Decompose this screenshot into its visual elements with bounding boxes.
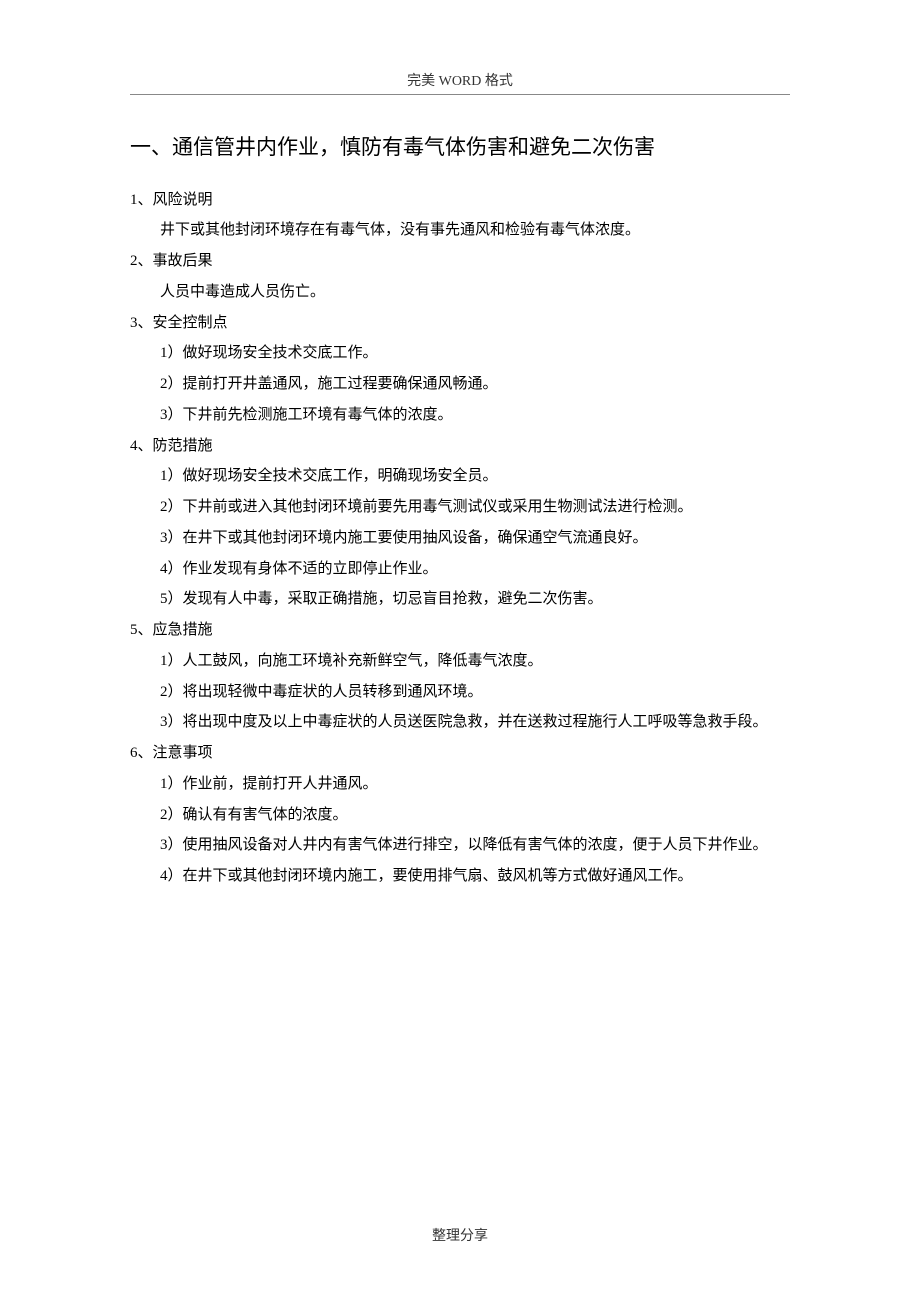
body-paragraph: 井下或其他封闭环境存在有毒气体，没有事先通风和检验有毒气体浓度。 [130,215,790,246]
document-page: 完美 WORD 格式 一、通信管井内作业，慎防有毒气体伤害和避免二次伤害 1、风… [0,0,920,952]
body-paragraph: 2）确认有有害气体的浓度。 [130,800,790,831]
body-paragraph: 3）在井下或其他封闭环境内施工要使用抽风设备，确保通空气流通良好。 [130,523,790,554]
page-header: 完美 WORD 格式 [130,70,790,95]
section-heading: 4、防范措施 [130,431,790,462]
body-paragraph: 4）作业发现有身体不适的立即停止作业。 [130,554,790,585]
section-heading: 2、事故后果 [130,246,790,277]
section-heading: 3、安全控制点 [130,308,790,339]
body-paragraph: 4）在井下或其他封闭环境内施工，要使用排气扇、鼓风机等方式做好通风工作。 [130,861,790,892]
body-paragraph: 人员中毒造成人员伤亡。 [130,277,790,308]
body-paragraph: 2）将出现轻微中毒症状的人员转移到通风环境。 [130,677,790,708]
body-paragraph: 1）人工鼓风，向施工环境补充新鲜空气，降低毒气浓度。 [130,646,790,677]
body-paragraph: 2）下井前或进入其他封闭环境前要先用毒气测试仪或采用生物测试法进行检测。 [130,492,790,523]
document-title: 一、通信管井内作业，慎防有毒气体伤害和避免二次伤害 [130,131,790,165]
body-paragraph: 1）作业前，提前打开人井通风。 [130,769,790,800]
body-paragraph: 1）做好现场安全技术交底工作，明确现场安全员。 [130,461,790,492]
page-footer: 整理分享 [0,1225,920,1245]
body-paragraph: 3）下井前先检测施工环境有毒气体的浓度。 [130,400,790,431]
body-paragraph: 1）做好现场安全技术交底工作。 [130,338,790,369]
body-paragraph: 2）提前打开井盖通风，施工过程要确保通风畅通。 [130,369,790,400]
body-paragraph: 5）发现有人中毒，采取正确措施，切忌盲目抢救，避免二次伤害。 [130,584,790,615]
section-heading: 6、注意事项 [130,738,790,769]
body-paragraph: 3）将出现中度及以上中毒症状的人员送医院急救，并在送救过程施行人工呼吸等急救手段… [130,707,790,738]
section-heading: 1、风险说明 [130,185,790,216]
section-heading: 5、应急措施 [130,615,790,646]
body-paragraph: 3）使用抽风设备对人井内有害气体进行排空，以降低有害气体的浓度，便于人员下井作业… [130,830,790,861]
